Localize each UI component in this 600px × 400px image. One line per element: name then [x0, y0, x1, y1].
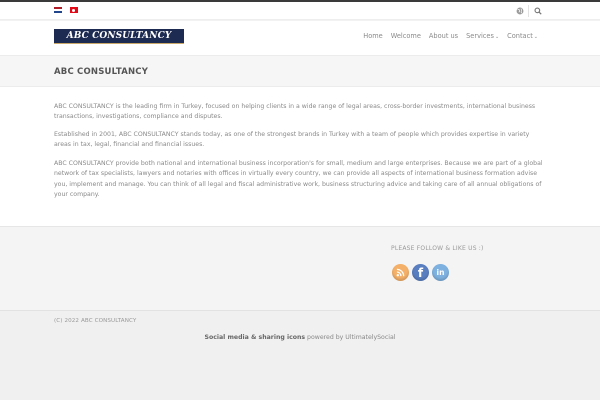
credit-text: powered by UltimatelySocial [305, 334, 396, 341]
sharing-icons-link[interactable]: Social media & sharing icons [205, 334, 306, 341]
site-logo[interactable]: ABC CONSULTANCY [54, 29, 184, 44]
topbar-divider [528, 5, 529, 17]
facebook-icon[interactable]: f [412, 264, 429, 281]
copyright-text: (C) 2022 ABC CONSULTANCY [54, 318, 137, 324]
bottom-bar: (C) 2022 ABC CONSULTANCY Social media & … [0, 310, 600, 400]
rss-icon[interactable] [392, 264, 409, 281]
main-content: ABC CONSULTANCY is the leading firm in T… [0, 87, 600, 226]
top-bar [0, 2, 600, 20]
globe-icon[interactable] [512, 4, 528, 18]
nav-item-welcome[interactable]: Welcome [387, 32, 425, 40]
social-icons: f in [392, 264, 449, 281]
credit-line: Social media & sharing icons powered by … [0, 334, 600, 341]
intro-paragraph: ABC CONSULTANCY is the leading firm in T… [54, 103, 536, 121]
logo-text: ABC CONSULTANCY [66, 31, 172, 41]
nav-item-contact[interactable]: Contact⌄ [503, 32, 542, 40]
site-header: ABC CONSULTANCY Home Welcome About us Se… [0, 21, 600, 55]
follow-label: PLEASE FOLLOW & LIKE US :) [391, 245, 484, 252]
main-nav: Home Welcome About us Services⌄ Contact⌄ [359, 32, 542, 40]
nav-item-services[interactable]: Services⌄ [462, 32, 503, 40]
linkedin-icon[interactable]: in [432, 264, 449, 281]
page-title: ABC CONSULTANCY [54, 67, 149, 77]
nav-item-about-us[interactable]: About us [425, 32, 462, 40]
footer-widgets: PLEASE FOLLOW & LIKE US :) f in [0, 226, 600, 310]
history-paragraph: Established in 2001, ABC CONSULTANCY sta… [54, 131, 530, 149]
search-icon[interactable] [530, 4, 546, 18]
dutch-flag-icon[interactable] [54, 7, 62, 13]
turkish-flag-icon[interactable] [70, 7, 78, 13]
chevron-down-icon: ⌄ [533, 34, 538, 40]
page-title-bar: ABC CONSULTANCY [0, 55, 600, 87]
services-paragraph: ABC CONSULTANCY provide both national an… [54, 160, 543, 198]
nav-item-home[interactable]: Home [359, 32, 386, 40]
chevron-down-icon: ⌄ [494, 34, 500, 40]
